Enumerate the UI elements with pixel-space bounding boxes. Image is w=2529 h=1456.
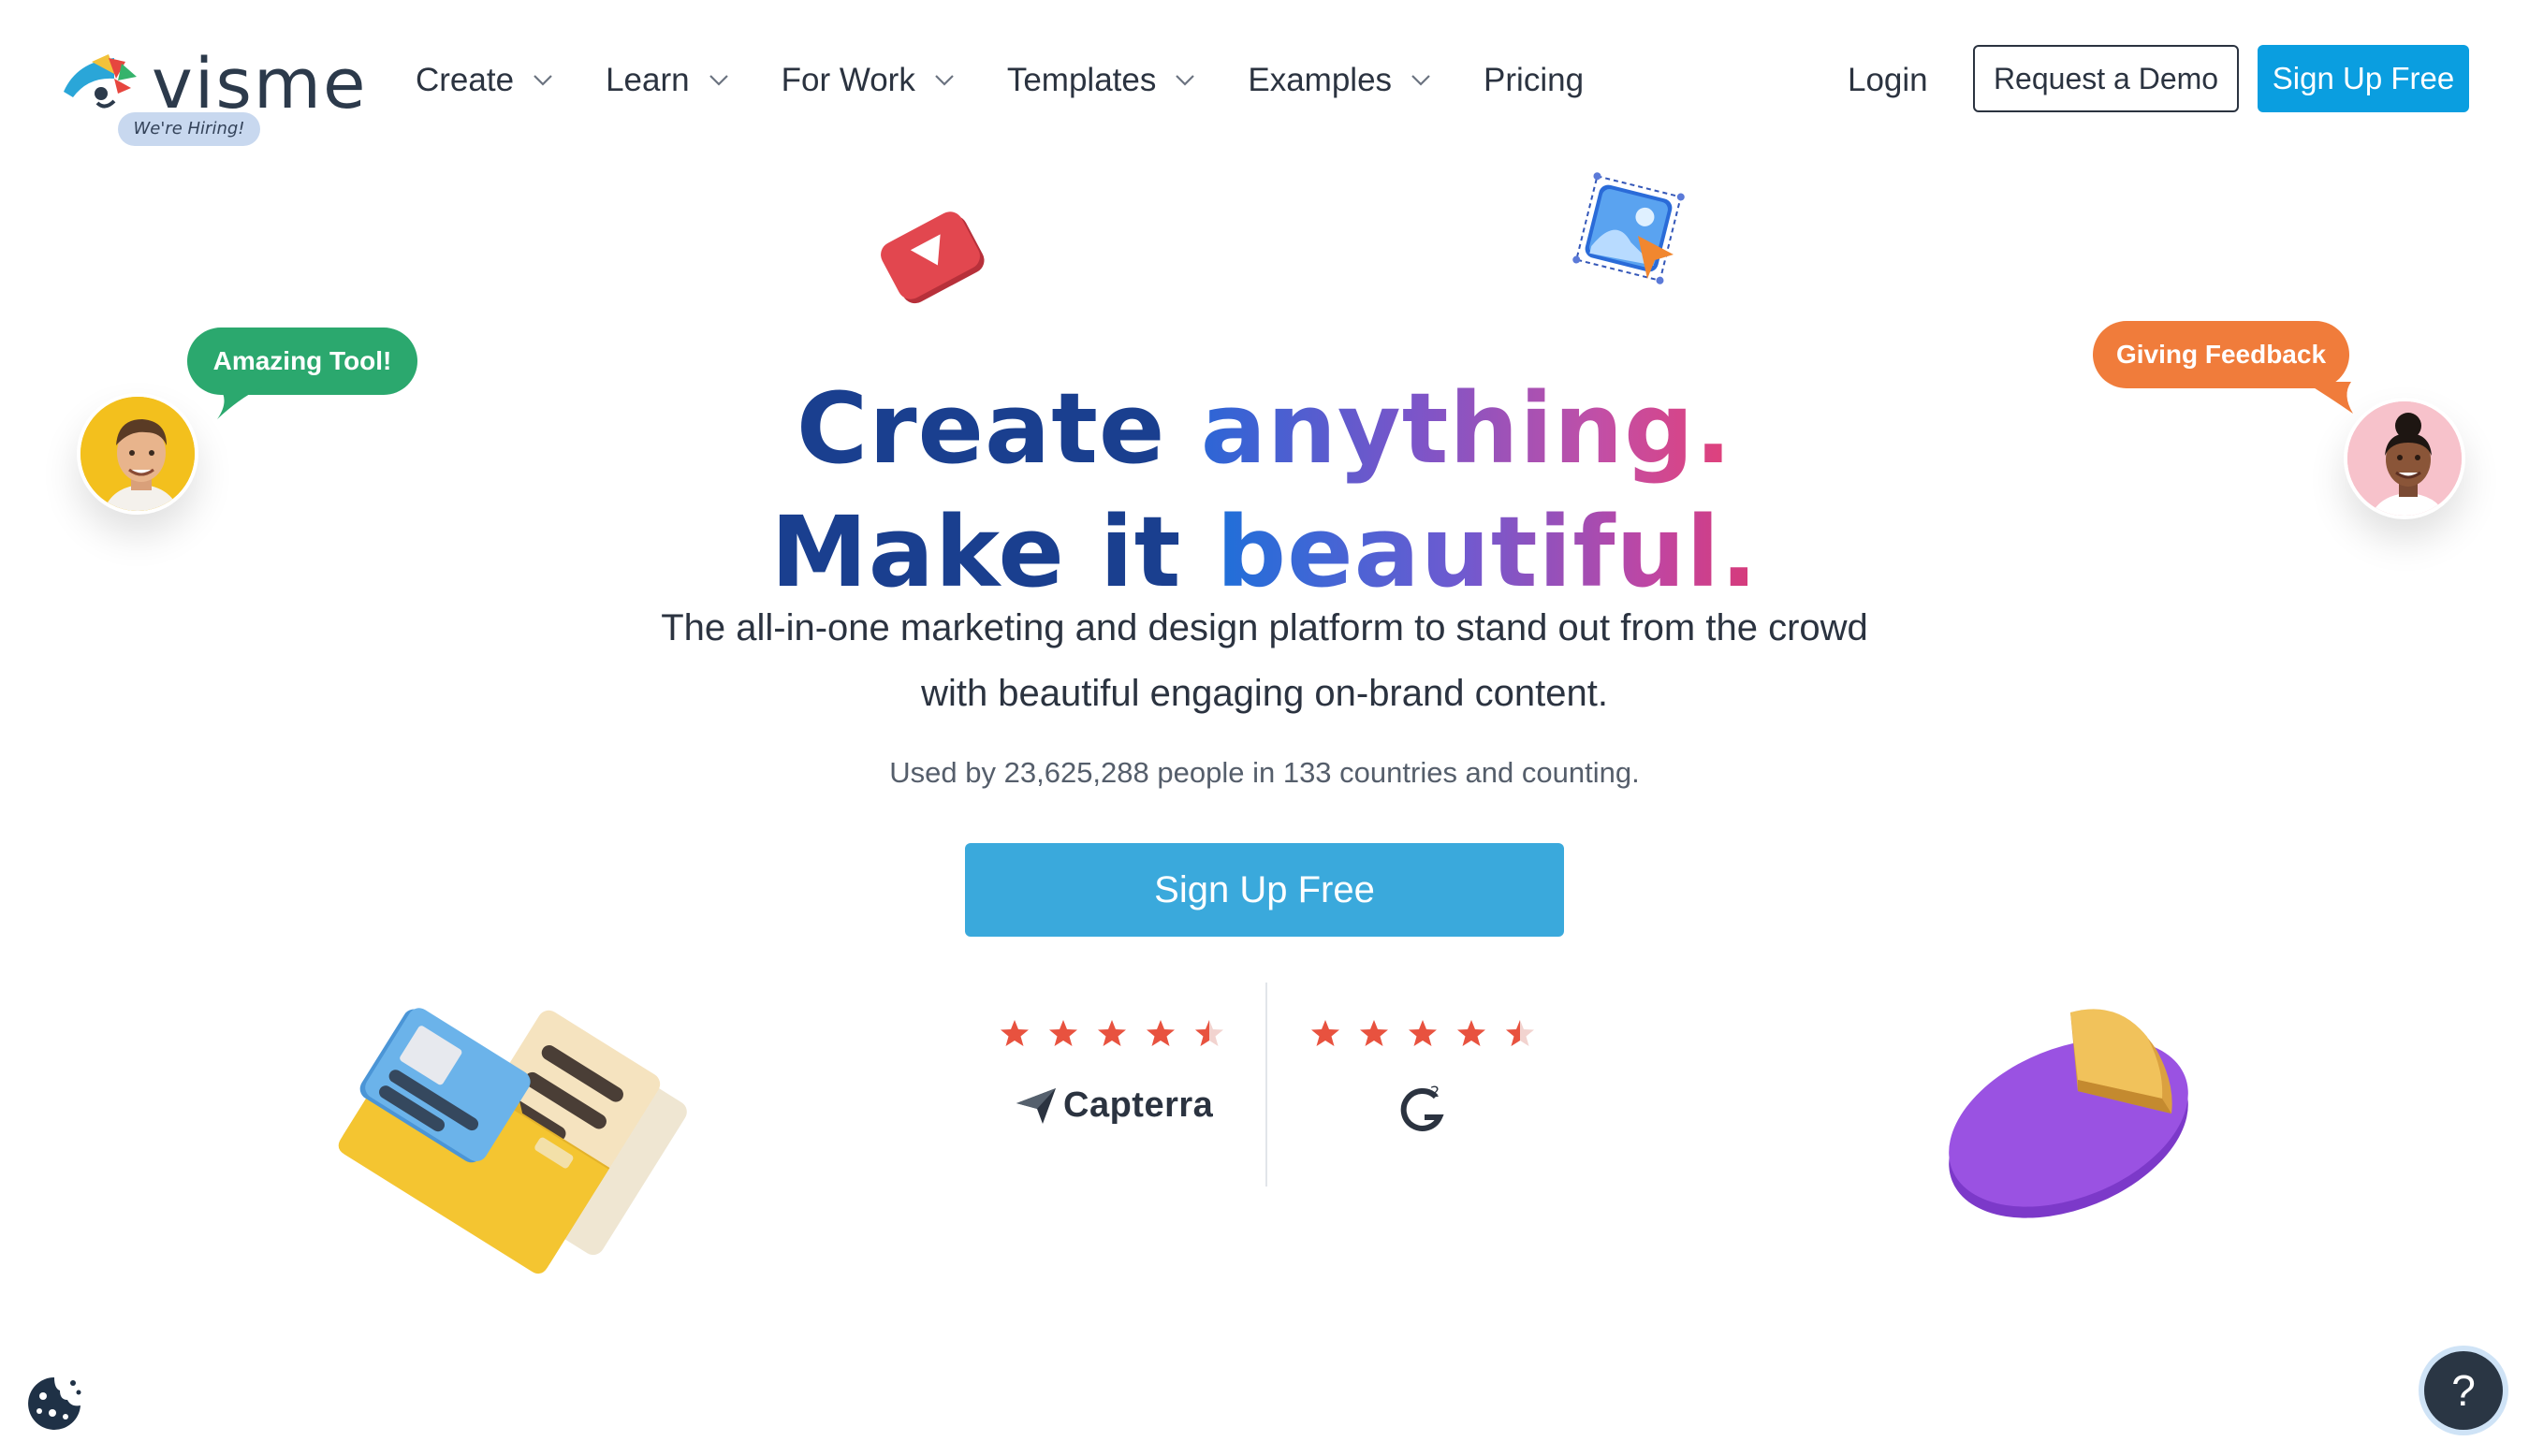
chevron-down-icon [935,75,954,86]
menu-learn[interactable]: Learn [606,56,729,105]
request-demo-button[interactable]: Request a Demo [1973,45,2239,112]
login-link[interactable]: Login [1848,56,1928,105]
main-menu: Create Learn For Work Templates Examples… [416,56,1636,105]
menu-pricing[interactable]: Pricing [1484,56,1584,105]
hero-headline-line2-a: Make it [770,495,1217,609]
menu-for-work[interactable]: For Work [782,56,955,105]
menu-learn-label: Learn [606,62,690,98]
menu-create[interactable]: Create [416,56,553,105]
hero-subtitle: The all-in-one marketing and design plat… [609,595,1920,726]
visme-logo[interactable]: visme We're Hiring! [60,47,369,150]
star-full-icon [1098,1020,1126,1046]
menu-pricing-label: Pricing [1484,62,1585,98]
menu-create-label: Create [416,62,515,98]
menu-examples-label: Examples [1248,62,1393,98]
chevron-down-icon [534,75,552,86]
signup-button-header[interactable]: Sign Up Free [2258,45,2469,112]
g2-logo: 2 [1396,1083,1449,1141]
rating-g2[interactable]: 2 [1310,1018,1535,1140]
g2-logo-icon: 2 [1400,1083,1444,1131]
logo-wordmark: visme [152,44,368,124]
star-full-icon [1409,1020,1437,1046]
star-full-icon [1001,1020,1029,1046]
hiring-badge[interactable]: We're Hiring! [118,112,260,146]
ratings-divider [1265,983,1267,1187]
hero-headline-line1-b: anything. [1200,371,1733,486]
visme-logo-icon [64,54,137,109]
hero-headline-line1-a: Create [796,371,1201,486]
chevron-down-icon [1411,75,1430,86]
star-rating [1000,1018,1224,1056]
signup-button-hero[interactable]: Sign Up Free [965,843,1564,937]
star-full-icon [1049,1020,1077,1046]
chevron-down-icon [1176,75,1195,86]
capterra-label: Capterra [1063,1085,1214,1125]
star-half-icon [1506,1020,1534,1046]
usage-stats: Used by 23,625,288 people in 133 countri… [889,756,1640,789]
image-select-icon [1572,172,1685,284]
folder-documents-icon [338,1008,687,1274]
hero-headline-line2-b: beautiful. [1216,495,1759,609]
rating-capterra[interactable]: Capterra [1000,1018,1224,1140]
capterra-arrow-icon [1016,1087,1056,1124]
star-full-icon [1311,1020,1339,1046]
star-full-icon [1360,1020,1388,1046]
top-navigation: visme We're Hiring! Create Learn For Wor… [0,0,2529,159]
hero-subtitle-line-2: with beautiful engaging on-brand content… [921,673,1608,714]
cookie-settings-icon[interactable] [24,1374,84,1434]
chevron-down-icon [709,75,728,86]
pie-chart-icon [1949,1009,2188,1218]
menu-templates-label: Templates [1006,62,1157,98]
menu-templates[interactable]: Templates [1007,56,1196,105]
star-full-icon [1457,1020,1485,1046]
svg-text:2: 2 [1430,1084,1440,1100]
capterra-logo: Capterra [1015,1085,1213,1126]
menu-for-work-label: For Work [781,62,915,98]
video-play-icon [881,211,985,304]
menu-examples[interactable]: Examples [1248,56,1431,105]
hero-subtitle-line-1: The all-in-one marketing and design plat… [661,607,1868,648]
star-rating [1310,1018,1535,1056]
star-half-icon [1195,1020,1223,1046]
help-button[interactable]: ? [2424,1351,2503,1430]
star-full-icon [1147,1020,1175,1046]
hero-headline: Create anything. Make it beautiful. [0,367,2529,614]
hero-headline-line-1: Create anything. [0,367,2529,490]
